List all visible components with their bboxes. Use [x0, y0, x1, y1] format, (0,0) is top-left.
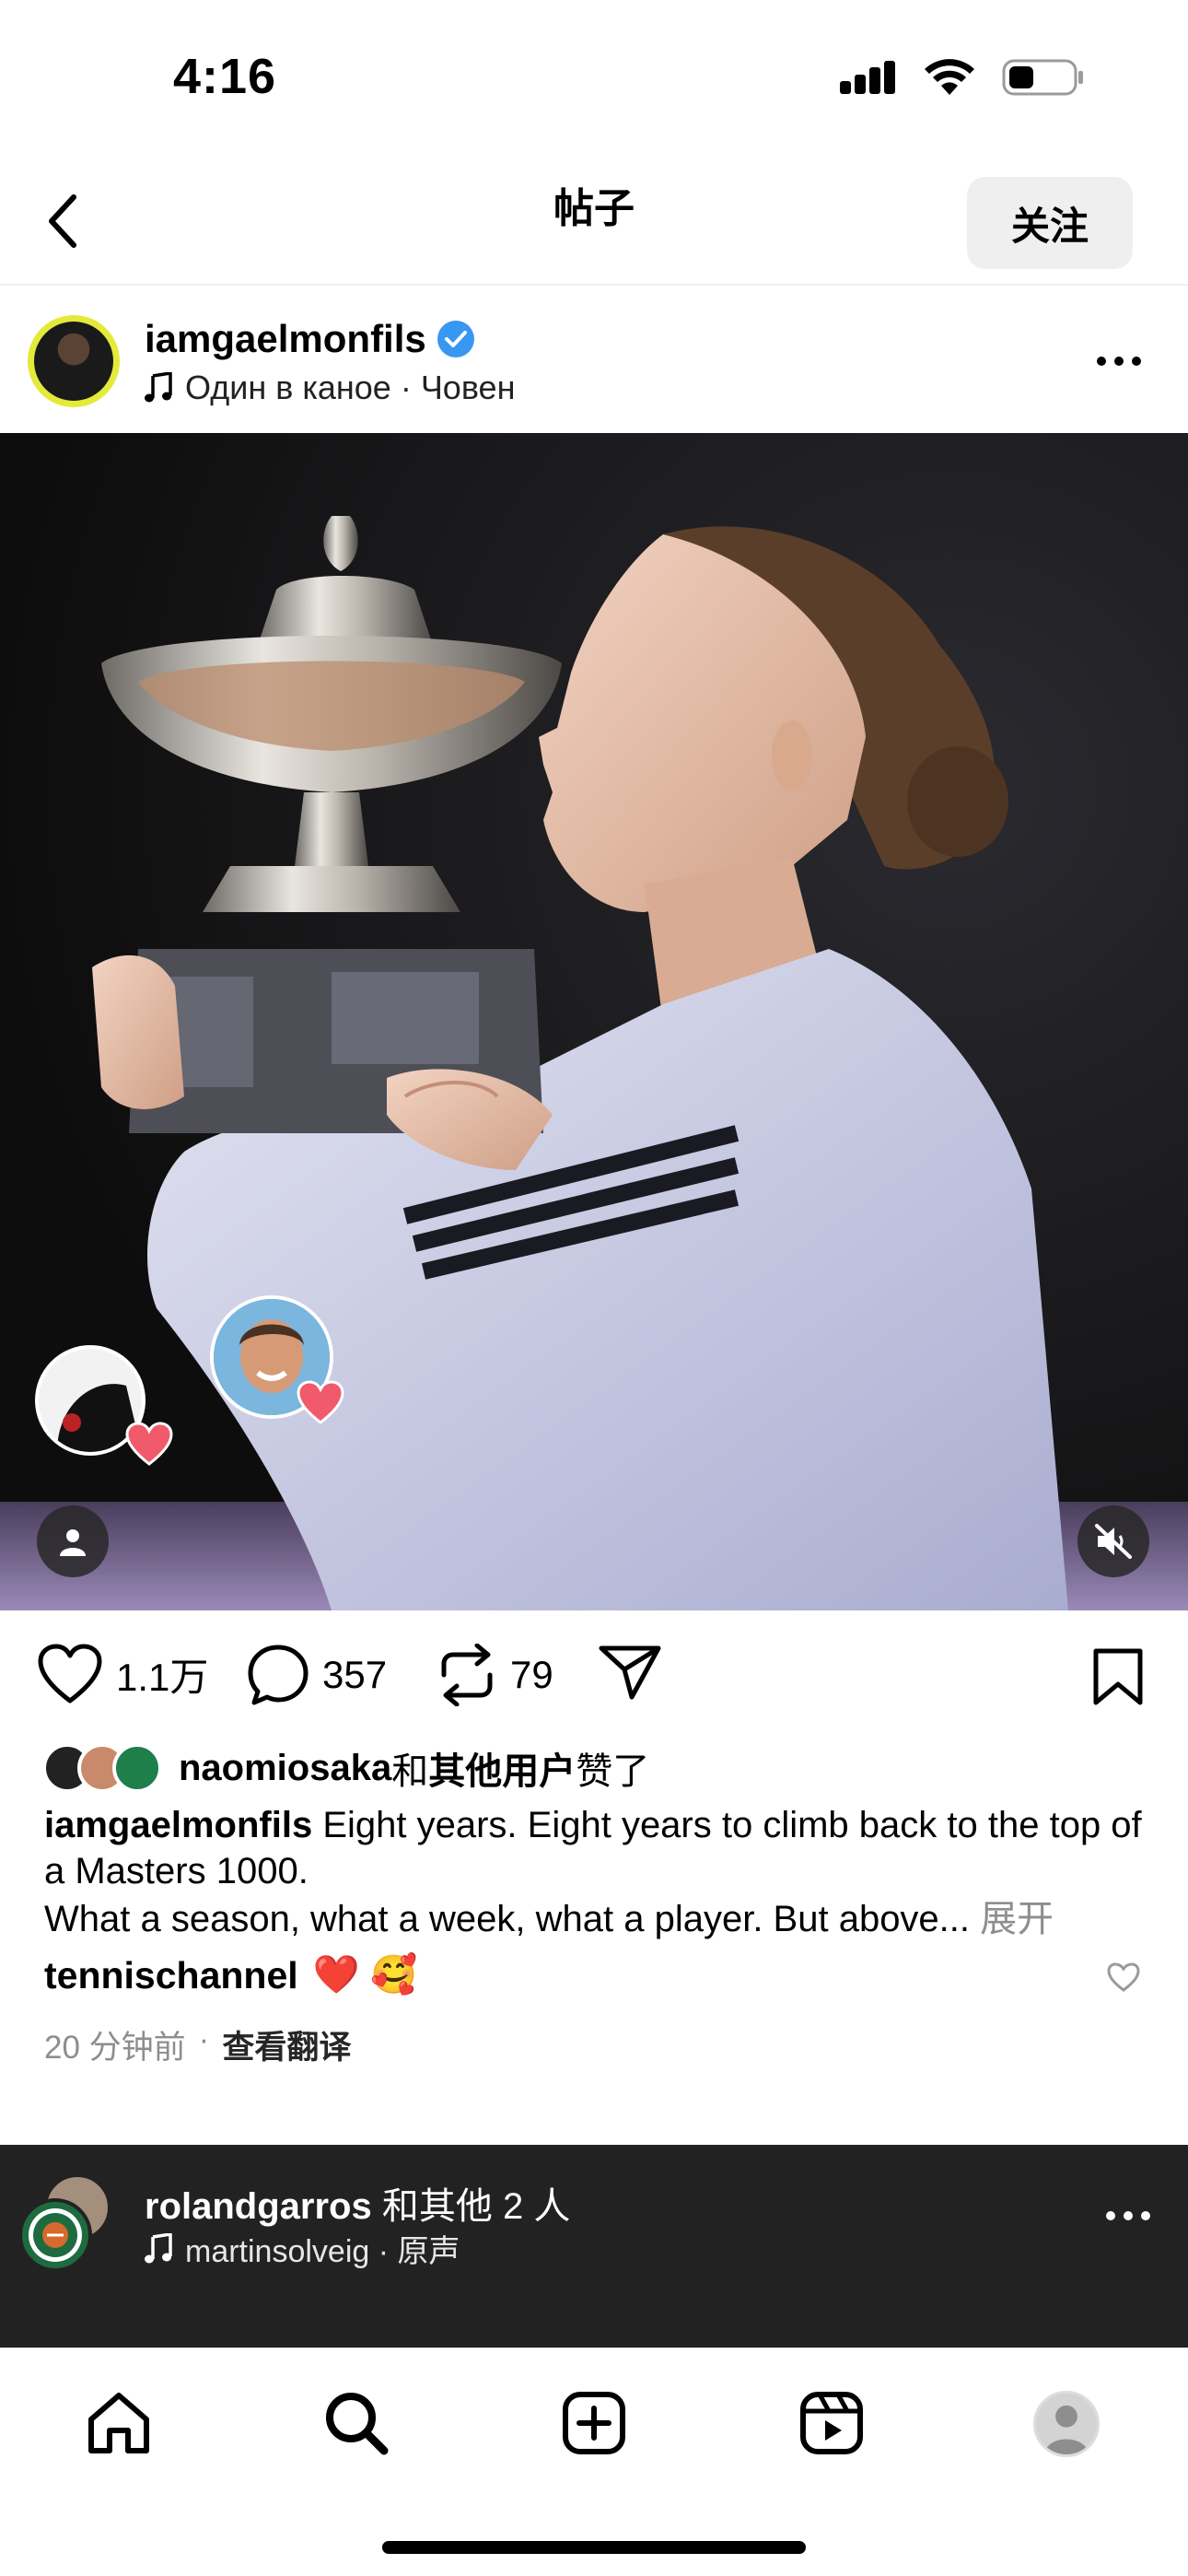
- like-count[interactable]: 1.1万: [116, 1646, 208, 1703]
- cellular-signal-icon: [840, 61, 895, 94]
- liked-by-connector: 和: [391, 1751, 429, 1792]
- tab-profile[interactable]: [1033, 2391, 1100, 2457]
- repost-count[interactable]: 79: [510, 1653, 553, 1697]
- caption-more-link[interactable]: 展开: [980, 1899, 1054, 1939]
- like-action[interactable]: 1.1万: [37, 1644, 208, 1704]
- comment-count[interactable]: 357: [322, 1653, 387, 1697]
- top-comment[interactable]: tennischannel ❤️ 🥰: [44, 1953, 1149, 1997]
- rolandgarros-avatar[interactable]: [18, 2198, 92, 2272]
- comment-text: ❤️ 🥰: [312, 1953, 418, 1996]
- user-tag-icon: [60, 1529, 86, 1556]
- next-post-music[interactable]: martinsolveig · 原声: [145, 2226, 460, 2271]
- music-note-icon: [145, 372, 172, 403]
- more-horizontal-icon: [1106, 2211, 1150, 2220]
- next-post-title[interactable]: rolandgarros 和其他 2 人: [145, 2176, 570, 2230]
- follow-button[interactable]: 关注: [967, 177, 1133, 269]
- search-icon: [326, 2393, 389, 2455]
- heart-reaction-icon: [125, 1422, 173, 1466]
- post-options-button[interactable]: [1087, 334, 1151, 389]
- comment-username[interactable]: tennischannel: [44, 1954, 298, 1997]
- meta-separator: ·: [198, 2021, 210, 2057]
- caption-text-line2: What a season, what a week, what a playe…: [44, 1899, 971, 1939]
- next-post-music-label: martinsolveig · 原声: [185, 2234, 460, 2269]
- tab-home[interactable]: [77, 2382, 160, 2465]
- liked-by-others[interactable]: 其他用户: [428, 1741, 576, 1795]
- author-username-row[interactable]: iamgaelmonfils: [145, 317, 474, 361]
- music-note-icon: [145, 2232, 172, 2263]
- verified-badge-icon: [437, 321, 474, 357]
- liked-by-suffix: 赞了: [576, 1751, 650, 1792]
- comment-like-icon[interactable]: [1107, 1962, 1140, 1992]
- tab-search[interactable]: [315, 2382, 398, 2465]
- next-post-header[interactable]: rolandgarros 和其他 2 人 martinsolveig · 原声: [0, 2145, 1188, 2348]
- liked-by-row[interactable]: naomiosaka 和 其他用户 赞了: [42, 1741, 649, 1795]
- save-button[interactable]: [1092, 1647, 1144, 1711]
- rolandgarros-logo-icon: [29, 2208, 82, 2262]
- post-photo[interactable]: [0, 433, 1188, 1610]
- tab-create[interactable]: [553, 2382, 635, 2465]
- home-icon: [88, 2393, 149, 2453]
- wifi-icon: [925, 59, 974, 95]
- post-header: 帖子 关注: [0, 157, 1188, 286]
- paper-plane-icon[interactable]: [599, 1644, 661, 1701]
- post-caption: iamgaelmonfils Eight years. Eight years …: [44, 1802, 1149, 1942]
- avatar: [112, 1743, 162, 1793]
- home-indicator: [382, 2541, 806, 2554]
- author-music-label: Один в каное · Човен: [185, 369, 516, 406]
- post-author-row: iamgaelmonfils Один в каное · Човен: [0, 293, 1188, 431]
- next-post-options-button[interactable]: [1105, 2209, 1151, 2226]
- status-bar: 4:16: [0, 0, 1188, 147]
- profile-avatar: [1036, 2394, 1097, 2454]
- bookmark-icon[interactable]: [1092, 1647, 1144, 1706]
- author-music-row[interactable]: Один в каное · Човен: [145, 369, 515, 407]
- author-avatar[interactable]: [28, 315, 120, 407]
- status-icons: [838, 57, 1085, 98]
- post-actions: 1.1万 357 79: [0, 1629, 1188, 1725]
- repost-icon[interactable]: [437, 1644, 497, 1706]
- post-meta: 20 分钟前 · 查看翻译: [44, 2021, 351, 2068]
- trophy-kiss-photo: [0, 433, 1188, 1610]
- share-action[interactable]: [599, 1644, 661, 1701]
- mute-button[interactable]: [1077, 1505, 1149, 1577]
- author-username[interactable]: iamgaelmonfils: [145, 317, 426, 361]
- tab-reels[interactable]: [790, 2382, 873, 2465]
- liked-by-user[interactable]: naomiosaka: [179, 1748, 391, 1789]
- comment-action[interactable]: 357: [247, 1644, 387, 1706]
- repost-action[interactable]: 79: [437, 1644, 553, 1706]
- liked-by-avatars: [42, 1743, 162, 1793]
- comment-bubble-icon[interactable]: [247, 1644, 309, 1706]
- create-icon: [563, 2392, 625, 2454]
- heart-outline-icon[interactable]: [37, 1644, 103, 1704]
- battery-icon: [1002, 59, 1083, 96]
- next-post-others: 和其他 2 人: [381, 2186, 571, 2227]
- post-time-ago: 20 分钟前: [44, 2030, 186, 2066]
- reels-icon: [800, 2392, 863, 2454]
- see-translation-link[interactable]: 查看翻译: [222, 2021, 351, 2068]
- caption-username[interactable]: iamgaelmonfils: [44, 1805, 312, 1845]
- tagged-users-button[interactable]: [37, 1505, 109, 1577]
- status-time: 4:16: [173, 49, 277, 104]
- next-post-username[interactable]: rolandgarros: [145, 2186, 372, 2227]
- speaker-muted-icon: [1095, 1524, 1132, 1559]
- more-horizontal-icon: [1097, 357, 1141, 366]
- heart-reaction-icon: [297, 1380, 344, 1424]
